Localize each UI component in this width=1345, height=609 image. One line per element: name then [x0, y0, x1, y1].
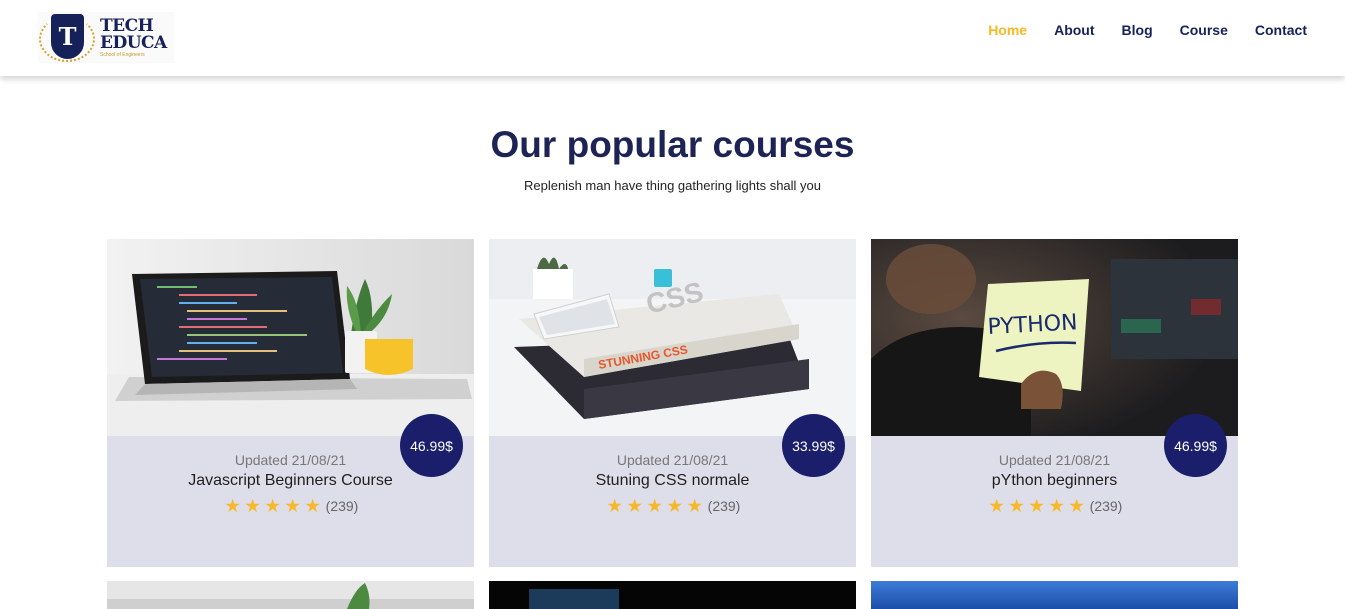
- nav-about[interactable]: About: [1054, 22, 1094, 38]
- review-count: (239): [1089, 498, 1123, 514]
- course-title[interactable]: Stuning CSS normale: [489, 472, 856, 490]
- logo-shield-icon: T: [38, 12, 96, 63]
- rating: (239): [107, 498, 474, 514]
- course-title[interactable]: pYthon beginners: [871, 472, 1238, 490]
- logo-tagline: School of Engineers: [100, 51, 145, 58]
- course-card-peek[interactable]: [489, 581, 856, 609]
- section-subtitle: Replenish man have thing gathering light…: [523, 178, 822, 193]
- rating: (239): [489, 498, 856, 514]
- updated-date: Updated 21/08/21: [616, 452, 729, 468]
- course-image-laptop[interactable]: [107, 239, 474, 436]
- course-title[interactable]: Javascript Beginners Course: [107, 472, 474, 490]
- star-icon: [245, 498, 260, 513]
- star-icon: [667, 498, 682, 513]
- course-card-peek[interactable]: [107, 581, 474, 609]
- star-icon: [1009, 498, 1024, 513]
- svg-text:PYTHON: PYTHON: [987, 310, 1078, 340]
- course-card[interactable]: PYTHON 46.99$ Updated 21/08/21 pYthon be…: [871, 239, 1238, 567]
- course-image-css-books[interactable]: STUNNING CSS CSS: [489, 239, 856, 436]
- star-icon: [647, 498, 662, 513]
- course-card-peek[interactable]: [871, 581, 1238, 609]
- nav-contact[interactable]: Contact: [1255, 22, 1307, 38]
- star-icon: [1049, 498, 1064, 513]
- main-nav: Home About Blog Course Contact: [961, 22, 1307, 38]
- nav-home[interactable]: Home: [988, 22, 1027, 38]
- review-count: (239): [325, 498, 359, 514]
- logo-line-2: EDUCA: [100, 32, 167, 53]
- course-card[interactable]: 46.99$ Updated 21/08/21 Javascript Begin…: [107, 239, 474, 567]
- nav-blog[interactable]: Blog: [1122, 22, 1153, 38]
- star-icon: [607, 498, 622, 513]
- nav-course[interactable]: Course: [1180, 22, 1228, 38]
- star-icon: [1069, 498, 1084, 513]
- star-icon: [687, 498, 702, 513]
- section-title: Our popular courses: [490, 124, 855, 165]
- star-icon: [1029, 498, 1044, 513]
- star-icon: [285, 498, 300, 513]
- rating: (239): [871, 498, 1238, 514]
- updated-date: Updated 21/08/21: [998, 452, 1111, 468]
- site-header: T TECH EDUCA School of Engineers Home Ab…: [0, 0, 1345, 76]
- course-card[interactable]: STUNNING CSS CSS 33.99$ Updated 21/08/21…: [489, 239, 856, 567]
- star-icon: [627, 498, 642, 513]
- logo-line-1: TECH: [100, 15, 154, 36]
- course-image-python-note[interactable]: PYTHON: [871, 239, 1238, 436]
- logo[interactable]: T TECH EDUCA School of Engineers: [38, 12, 174, 63]
- updated-date: Updated 21/08/21: [234, 452, 347, 468]
- review-count: (239): [707, 498, 741, 514]
- star-icon: [305, 498, 320, 513]
- star-icon: [225, 498, 240, 513]
- star-icon: [265, 498, 280, 513]
- star-icon: [989, 498, 1004, 513]
